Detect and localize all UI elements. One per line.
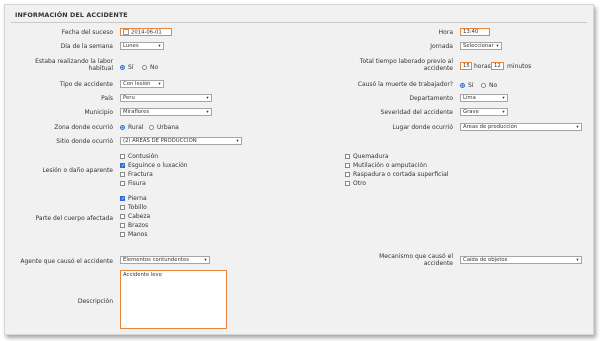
muerte-radio-si[interactable] <box>460 83 465 88</box>
checkbox[interactable] <box>345 154 350 159</box>
section-divider <box>11 22 587 23</box>
checkbox[interactable]: ✓ <box>120 196 125 202</box>
dia-select[interactable]: Lunes ▾ <box>120 42 164 50</box>
checkbox-label: Manos <box>128 231 148 238</box>
fecha-label: Fecha del suceso <box>61 29 113 36</box>
chevron-down-icon: ▾ <box>206 110 209 115</box>
descripcion-textarea[interactable]: Accidente leve <box>120 270 227 329</box>
horas-input[interactable]: 15 <box>460 62 472 70</box>
checkbox[interactable] <box>345 163 350 168</box>
checkbox-label: Mutilación o amputación <box>353 162 427 169</box>
muerte-label: Causó la muerte de trabajador? <box>357 81 453 88</box>
dia-label: Día de la semana <box>60 43 113 50</box>
jornada-label: Jornada <box>430 43 453 50</box>
minutos-unit: minutos <box>507 63 532 70</box>
labor-no-label: No <box>150 64 159 71</box>
lugar-label: Lugar donde ocurrió <box>392 124 453 131</box>
section-title: INFORMACIÓN DEL ACCIDENTE <box>15 11 128 19</box>
checkbox[interactable]: ✓ <box>120 163 125 169</box>
chevron-down-icon: ▾ <box>206 96 209 101</box>
tipo-label: Tipo de accidente <box>59 81 113 88</box>
lesion-label: Lesión o daño aparente <box>42 167 113 174</box>
labor-radio-si[interactable] <box>120 65 125 70</box>
zona-label: Zona donde ocurrió <box>54 124 113 131</box>
pais-label: País <box>101 95 113 102</box>
chevron-down-icon: ▾ <box>204 258 207 263</box>
checkbox-label: Raspadura o cortada superficial <box>353 171 449 178</box>
muerte-si-label: Sí <box>468 82 474 89</box>
pais-select[interactable]: Peru ▾ <box>120 94 212 102</box>
tipo-select[interactable]: Con lesión ▾ <box>120 80 164 88</box>
zona-urbana-label: Urbana <box>157 124 179 131</box>
zona-rural-label: Rural <box>128 124 144 131</box>
checkbox[interactable] <box>345 181 350 186</box>
checkbox[interactable] <box>120 223 125 228</box>
hora-label: Hora <box>438 29 453 36</box>
calendar-icon[interactable] <box>123 29 129 35</box>
checkbox-label: Cabeza <box>128 213 151 220</box>
muerte-radio-no[interactable] <box>481 83 486 88</box>
horas-unit: horas <box>474 63 491 70</box>
hora-input[interactable]: 13:40 <box>460 28 490 36</box>
checkbox[interactable] <box>120 214 125 219</box>
tiempo-label: Total tiempo laborado previo al accidente <box>359 58 453 72</box>
checkbox[interactable] <box>120 205 125 210</box>
chevron-down-icon: ▾ <box>576 125 579 130</box>
checkbox[interactable] <box>345 172 350 177</box>
severidad-label: Severidad del accidente <box>380 109 453 116</box>
checkbox-label: Brazos <box>128 222 149 229</box>
checkbox-label: Pierna <box>128 195 147 202</box>
lugar-select[interactable]: Áreas de producción ▾ <box>460 123 582 131</box>
checkbox-label: Quemadura <box>353 153 389 160</box>
chevron-down-icon: ▾ <box>576 258 579 263</box>
severidad-select[interactable]: Grave ▾ <box>460 108 508 116</box>
minutos-input[interactable]: 12 <box>491 62 504 70</box>
agente-select[interactable]: Elementos contundentes ▾ <box>120 256 210 264</box>
sitio-label: Sitio donde ocurrió <box>56 138 113 145</box>
fecha-input[interactable]: 2014-06-01 <box>120 28 172 36</box>
descripcion-label: Descripción <box>77 298 113 305</box>
mecanismo-select[interactable]: Caída de objetos ▾ <box>460 256 582 264</box>
labor-si-label: Sí <box>128 64 134 71</box>
checkbox-label: Tobillo <box>128 204 147 211</box>
agente-label: Agente que causó el accidente <box>20 258 113 265</box>
cuerpo-label: Parte del cuerpo afectada <box>35 215 113 222</box>
checkbox[interactable] <box>120 232 125 237</box>
checkbox-label: Fisura <box>128 180 146 187</box>
chevron-down-icon: ▾ <box>236 139 239 144</box>
zona-radio-urbana[interactable] <box>149 125 154 130</box>
form-panel: INFORMACIÓN DEL ACCIDENTE Fecha del suce… <box>4 4 594 335</box>
municipio-label: Municipio <box>84 109 113 116</box>
checkbox[interactable] <box>120 154 125 159</box>
departamento-label: Departamento <box>409 95 453 102</box>
muerte-no-label: No <box>489 82 498 89</box>
chevron-down-icon: ▾ <box>158 82 161 87</box>
checkbox[interactable] <box>120 181 125 186</box>
zona-radio-rural[interactable] <box>120 125 125 130</box>
checkbox-label: Contusión <box>128 153 159 160</box>
municipio-select[interactable]: Miraflores ▾ <box>120 108 212 116</box>
mecanismo-label: Mecanismo que causó el accidente <box>379 253 453 267</box>
checkbox-label: Fractura <box>128 171 153 178</box>
chevron-down-icon: ▾ <box>158 44 161 49</box>
labor-radio-no[interactable] <box>142 65 147 70</box>
checkbox-label: Otro <box>353 180 367 187</box>
checkbox-label: Esguince o luxación <box>128 162 188 169</box>
checkbox[interactable] <box>120 172 125 177</box>
chevron-down-icon: ▾ <box>502 110 505 115</box>
sitio-select[interactable]: (2) ÁREAS DE PRODUCCIÓN ▾ <box>120 137 242 145</box>
departamento-select[interactable]: Lima ▾ <box>460 94 508 102</box>
labor-label: Estaba realizando la labor habitual <box>35 58 113 72</box>
jornada-select[interactable]: Seleccionar ▾ <box>460 42 502 50</box>
chevron-down-icon: ▾ <box>502 96 505 101</box>
chevron-down-icon: ▾ <box>496 44 499 49</box>
